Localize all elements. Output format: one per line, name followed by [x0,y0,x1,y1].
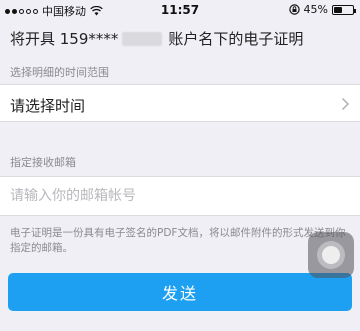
masked-account [122,31,163,46]
battery-icon [332,4,356,15]
note-text: 电子证明是一份具有电子签名的PDF文档，将以邮件附件的形式发送到你指定的邮箱。 [10,227,346,254]
lock-rotation-icon [288,4,300,15]
title-prefix: 将开具 159**** [10,30,119,48]
battery-percent: 45% [303,3,328,16]
status-right: 45% [288,3,356,16]
email-row [0,176,360,216]
email-section-label: 指定接收邮箱 [10,156,76,169]
chevron-right-icon [341,97,350,111]
time-picker-value: 请选择时间 [10,97,86,115]
time-section-label: 选择明细的时间范围 [10,66,109,79]
time-picker-row[interactable]: 请选择时间 [0,84,360,122]
send-button[interactable]: 发送 [8,273,352,311]
assistive-touch-button[interactable] [308,232,354,278]
status-bar: 中国移动 11:57 45% [0,0,360,20]
email-input[interactable] [10,177,340,215]
battery-fill [334,6,343,13]
page-title: 将开具 159**** 账户名下的电子证明 [10,28,303,49]
title-suffix: 账户名下的电子证明 [168,30,304,48]
